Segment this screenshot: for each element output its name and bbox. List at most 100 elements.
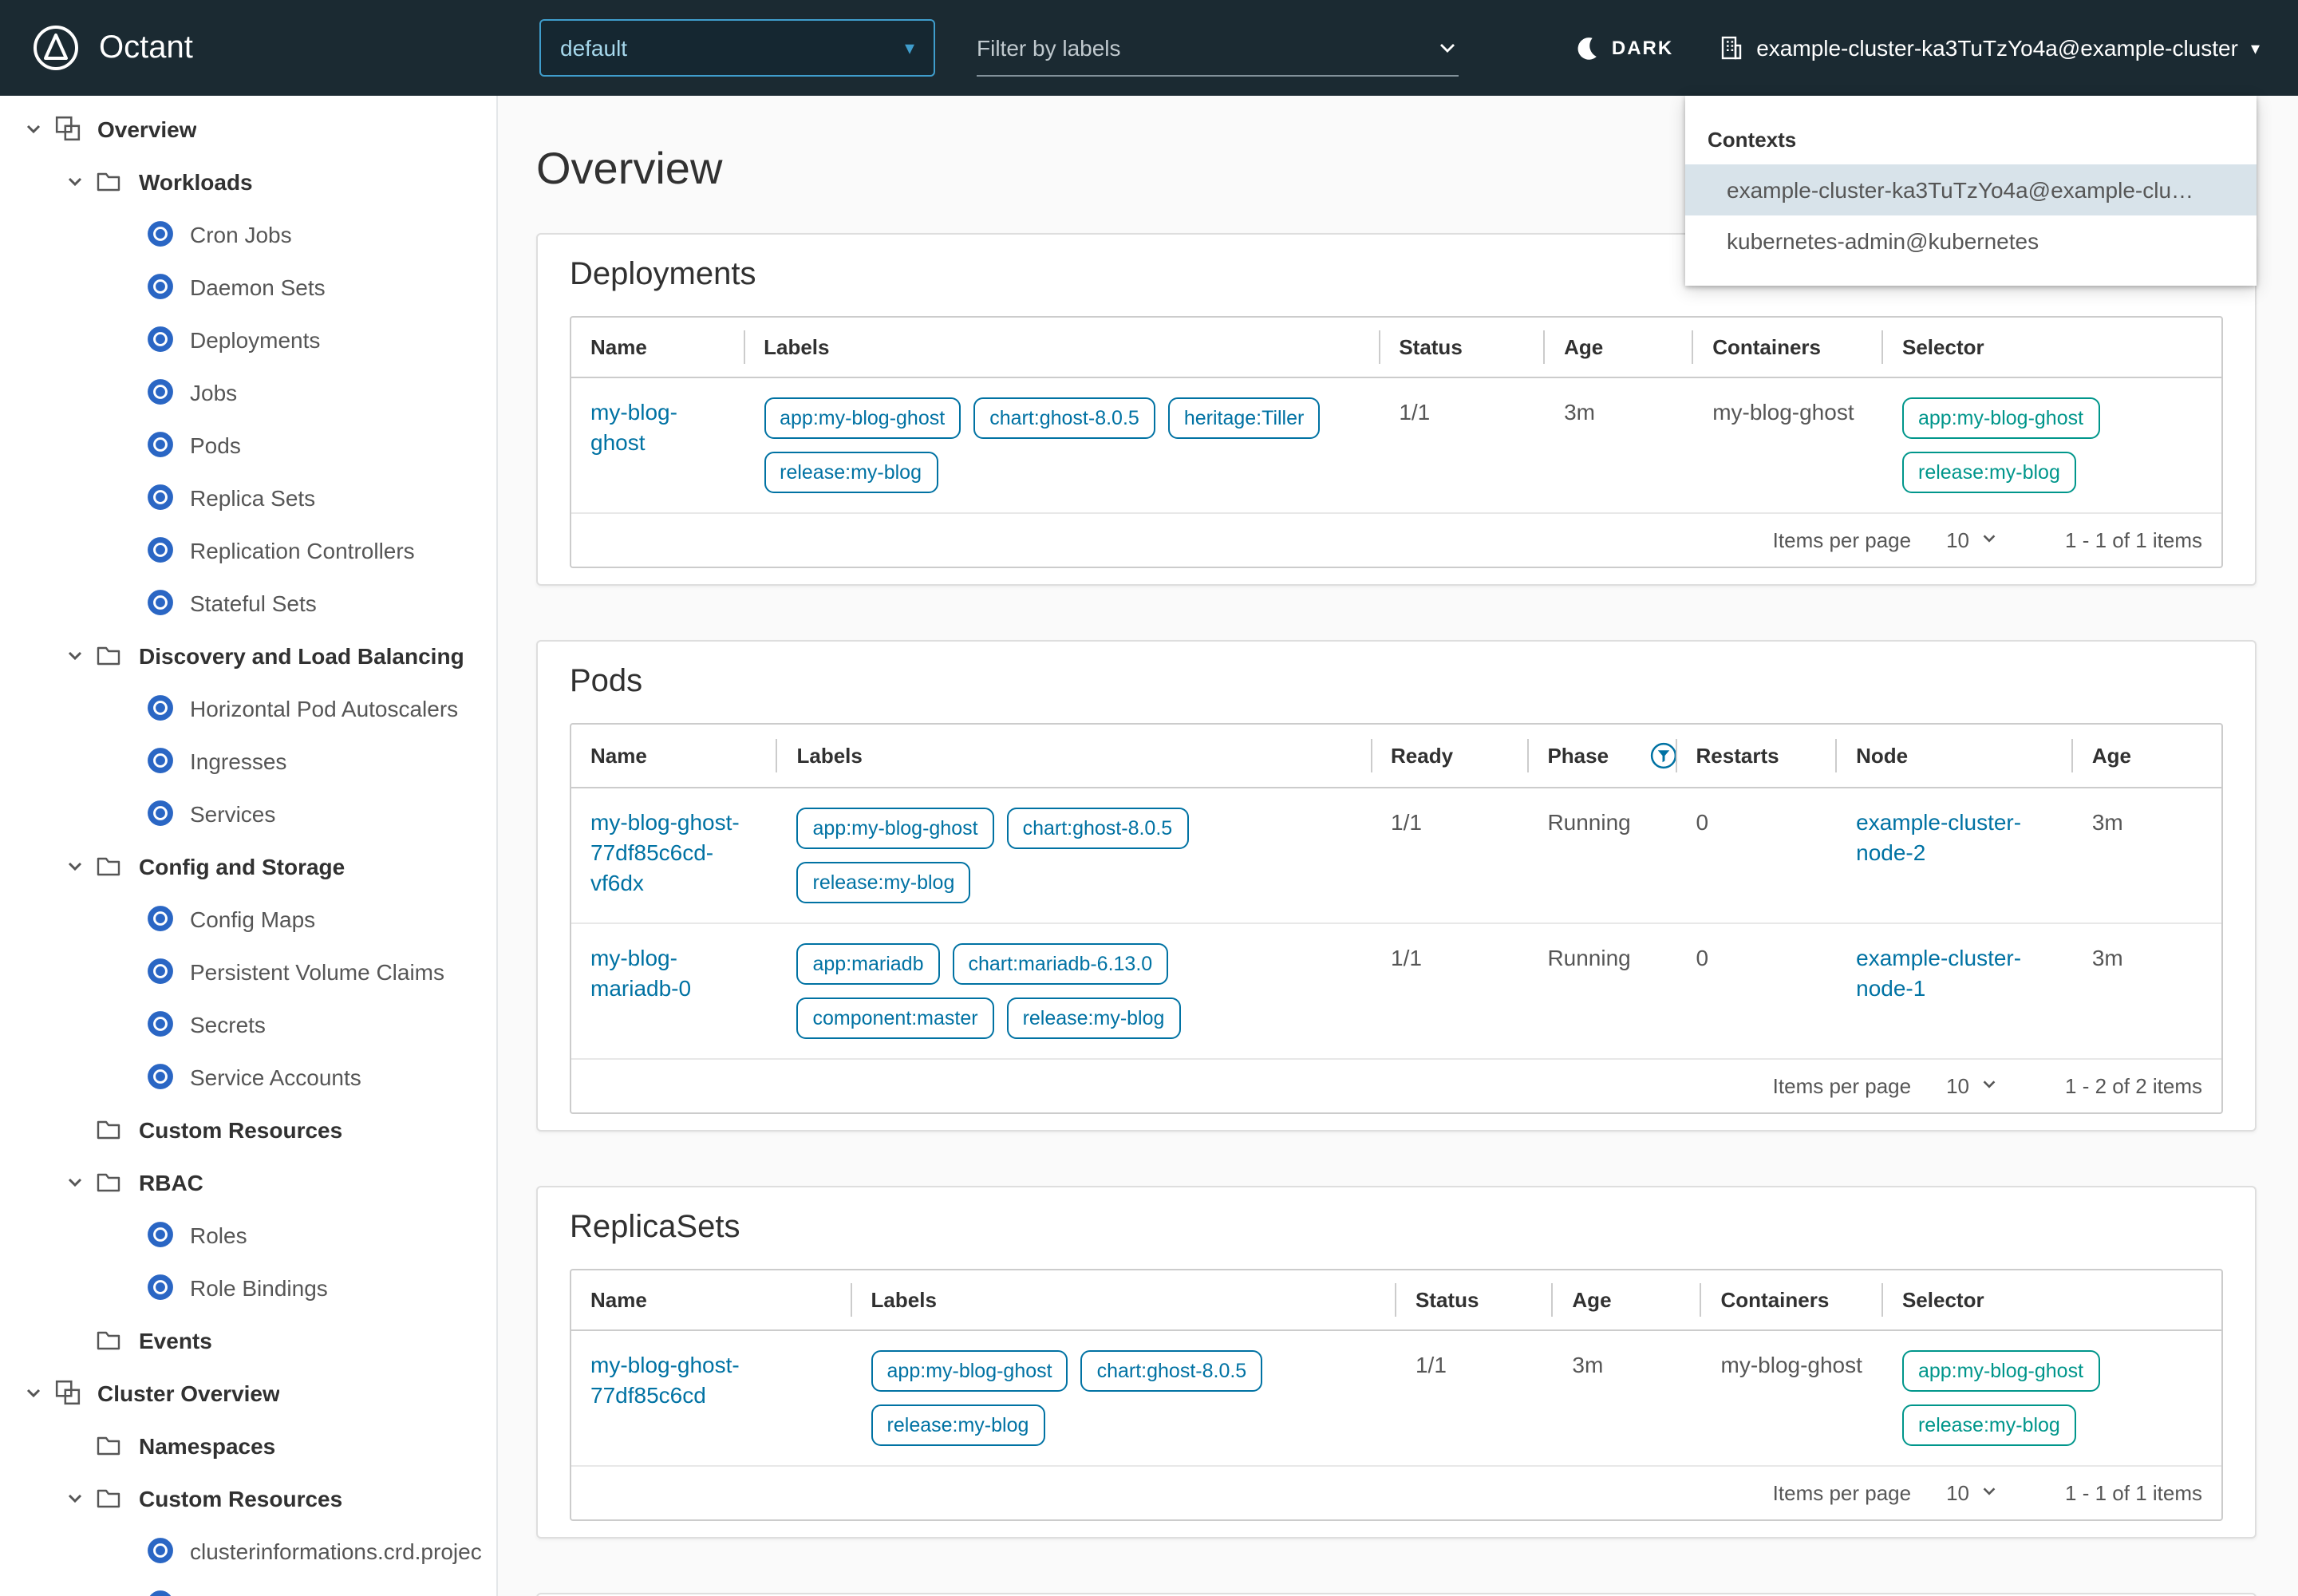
header-row: Name Labels Status Age Containers Selector (571, 318, 2221, 377)
deployments-card: Deployments Name Labels Status Age Containers… (536, 233, 2257, 586)
label-filter-input[interactable] (977, 34, 1423, 60)
label-chip[interactable]: chart:ghost-8.0.5 (1080, 1350, 1263, 1392)
sidebar-item-daemon-sets[interactable]: Daemon Sets (0, 260, 496, 313)
chevron-down-icon[interactable] (1436, 36, 1459, 58)
label-chip[interactable]: chart:ghost-8.0.5 (973, 397, 1155, 439)
sidebar-item-label: Services (190, 800, 276, 826)
selector-chip[interactable]: app:my-blog-ghost (1901, 1350, 2100, 1392)
chevron-down-icon[interactable] (57, 1488, 93, 1507)
context-selector[interactable]: example-cluster-ka3TuTzYo4a@example-clus… (1718, 35, 2260, 61)
sidebar-item-config-maps[interactable]: Config Maps (0, 892, 496, 945)
sidebar-item-deployments[interactable]: Deployments (0, 313, 496, 365)
sidebar-item-ingresses[interactable]: Ingresses (0, 734, 496, 787)
folder-icon (93, 1485, 124, 1511)
sidebar-item-events[interactable]: Events (0, 1314, 496, 1366)
sidebar-item-service-accounts[interactable]: Service Accounts (0, 1050, 496, 1103)
label-chip[interactable]: release:my-blog (1006, 998, 1181, 1039)
selector-chip[interactable]: release:my-blog (1902, 452, 2076, 493)
app-header: Octant default ▾ DARK (0, 0, 2298, 96)
column-header-labels: Labels (744, 318, 1380, 377)
cell-link[interactable]: my-blog-mariadb-0 (590, 945, 691, 1001)
items-per-page-label: Items per page (1772, 1481, 1912, 1505)
cron-jobs-icon (144, 220, 176, 247)
sidebar-item-secrets[interactable]: Secrets (0, 998, 496, 1050)
table-cell: 1/1 (1380, 377, 1545, 512)
table-cell: my-blog-ghost (571, 377, 744, 512)
table-cell: 0 (1676, 922, 1838, 1058)
chevron-down-icon[interactable] (16, 1383, 51, 1402)
sidebar-item-cron-jobs[interactable]: Cron Jobs (0, 207, 496, 260)
cell-text: my-blog-ghost (1720, 1352, 1862, 1377)
label-chip[interactable]: chart:mariadb-6.13.0 (952, 943, 1169, 985)
sidebar-item-cluster-overview[interactable]: Cluster Overview (0, 1366, 496, 1419)
sidebar-nav: Overview Workloads Cron Jobs Daemon Sets Dep… (0, 102, 496, 1596)
sidebar-item-custom-resources[interactable]: Custom Resources (0, 1103, 496, 1156)
sidebar-item-replica-sets[interactable]: Replica Sets (0, 471, 496, 523)
cell-link[interactable]: my-blog-ghost-77df85c6cd-vf6dx (590, 809, 740, 895)
column-header-labels: Labels (778, 725, 1372, 788)
sidebar-item-stateful-sets[interactable]: Stateful Sets (0, 576, 496, 629)
table-cell: 3m (1553, 1330, 1701, 1465)
context-menu-item[interactable]: kubernetes-admin@kubernetes (1685, 215, 2257, 267)
items-per-page-select[interactable]: 10 (1946, 528, 1998, 552)
items-per-page-label: Items per page (1772, 528, 1912, 552)
items-per-page-select[interactable]: 10 (1946, 1074, 1998, 1098)
sidebar-item-rbac[interactable]: RBAC (0, 1156, 496, 1208)
cell-link[interactable]: my-blog-ghost-77df85c6cd (590, 1352, 740, 1408)
label-chip[interactable]: app:mariadb (796, 943, 940, 985)
sidebar-item-roles[interactable]: Roles (0, 1208, 496, 1261)
sidebar-item-horizontal-pod-autoscalers[interactable]: Horizontal Pod Autoscalers (0, 681, 496, 734)
sidebar-item-workloads[interactable]: Workloads (0, 155, 496, 207)
label-chip[interactable]: app:my-blog-ghost (871, 1350, 1068, 1392)
sidebar-item-label: Replication Controllers (190, 537, 415, 563)
sidebar-item-services[interactable]: Services (0, 787, 496, 839)
sidebar-item-discovery-and-load-balancing[interactable]: Discovery and Load Balancing (0, 629, 496, 681)
filter-icon[interactable] (1650, 742, 1677, 769)
namespace-select[interactable]: default ▾ (539, 19, 935, 77)
sidebar-item-custom-resources[interactable]: Custom Resources (0, 1472, 496, 1524)
label-chip[interactable]: component:master (796, 998, 994, 1039)
chevron-down-icon[interactable] (57, 646, 93, 665)
label-chip[interactable]: app:my-blog-ghost (764, 397, 961, 439)
chevron-down-icon[interactable] (57, 856, 93, 875)
column-header-node: Node (1837, 725, 2073, 788)
label-chip[interactable]: release:my-blog (796, 862, 971, 903)
sidebar-item-overview[interactable]: Overview (0, 102, 496, 155)
cell-text: 3m (2091, 809, 2123, 835)
label-chip[interactable]: release:my-blog (871, 1404, 1045, 1446)
sidebar-item-pods[interactable]: Pods (0, 418, 496, 471)
items-per-page-select[interactable]: 10 (1946, 1481, 1998, 1505)
label-chip[interactable]: heritage:Tiller (1167, 397, 1321, 439)
selector-chip[interactable]: release:my-blog (1901, 1404, 2076, 1446)
table-cell: my-blog-ghost (1693, 377, 1883, 512)
sidebar-item-persistent-volume-claims[interactable]: Persistent Volume Claims (0, 945, 496, 998)
chevron-down-icon[interactable] (57, 1172, 93, 1191)
sidebar-item-label: Ingresses (190, 748, 287, 773)
cell-link[interactable]: example-cluster-node-1 (1856, 945, 2021, 1001)
column-header-label: Name (590, 744, 647, 768)
items-per-page-value: 10 (1946, 528, 1970, 552)
roles-icon (144, 1221, 176, 1248)
theme-toggle[interactable]: DARK (1573, 35, 1673, 61)
sidebar-item-label: Roles (190, 1222, 247, 1247)
sidebar-item-jobs[interactable]: Jobs (0, 365, 496, 418)
sidebar-item-config-and-storage[interactable]: Config and Storage (0, 839, 496, 892)
sidebar-item-csidrivers-csi-storage-k8s-io[interactable]: csidrivers.csi.storage.k8s.io (0, 1577, 496, 1596)
replication-controllers-icon (144, 536, 176, 563)
chevron-down-icon[interactable] (16, 119, 51, 138)
label-filter[interactable] (977, 19, 1459, 77)
column-header-selector: Selector (1883, 318, 2221, 377)
sidebar-item-namespaces[interactable]: Namespaces (0, 1419, 496, 1472)
label-chip[interactable]: release:my-blog (764, 452, 938, 493)
sidebar-item-role-bindings[interactable]: Role Bindings (0, 1261, 496, 1314)
table-cell: 1/1 (1372, 922, 1529, 1058)
label-chip[interactable]: chart:ghost-8.0.5 (1006, 808, 1189, 849)
sidebar-item-clusterinformations-crd-projec[interactable]: clusterinformations.crd.projec (0, 1524, 496, 1577)
cell-link[interactable]: example-cluster-node-2 (1856, 809, 2021, 865)
context-menu-item[interactable]: example-cluster-ka3TuTzYo4a@example-clu… (1685, 164, 2257, 215)
chevron-down-icon[interactable] (57, 172, 93, 191)
cell-link[interactable]: my-blog-ghost (590, 399, 677, 455)
label-chip[interactable]: app:my-blog-ghost (796, 808, 994, 849)
sidebar-item-replication-controllers[interactable]: Replication Controllers (0, 523, 496, 576)
selector-chip[interactable]: app:my-blog-ghost (1902, 397, 2100, 439)
